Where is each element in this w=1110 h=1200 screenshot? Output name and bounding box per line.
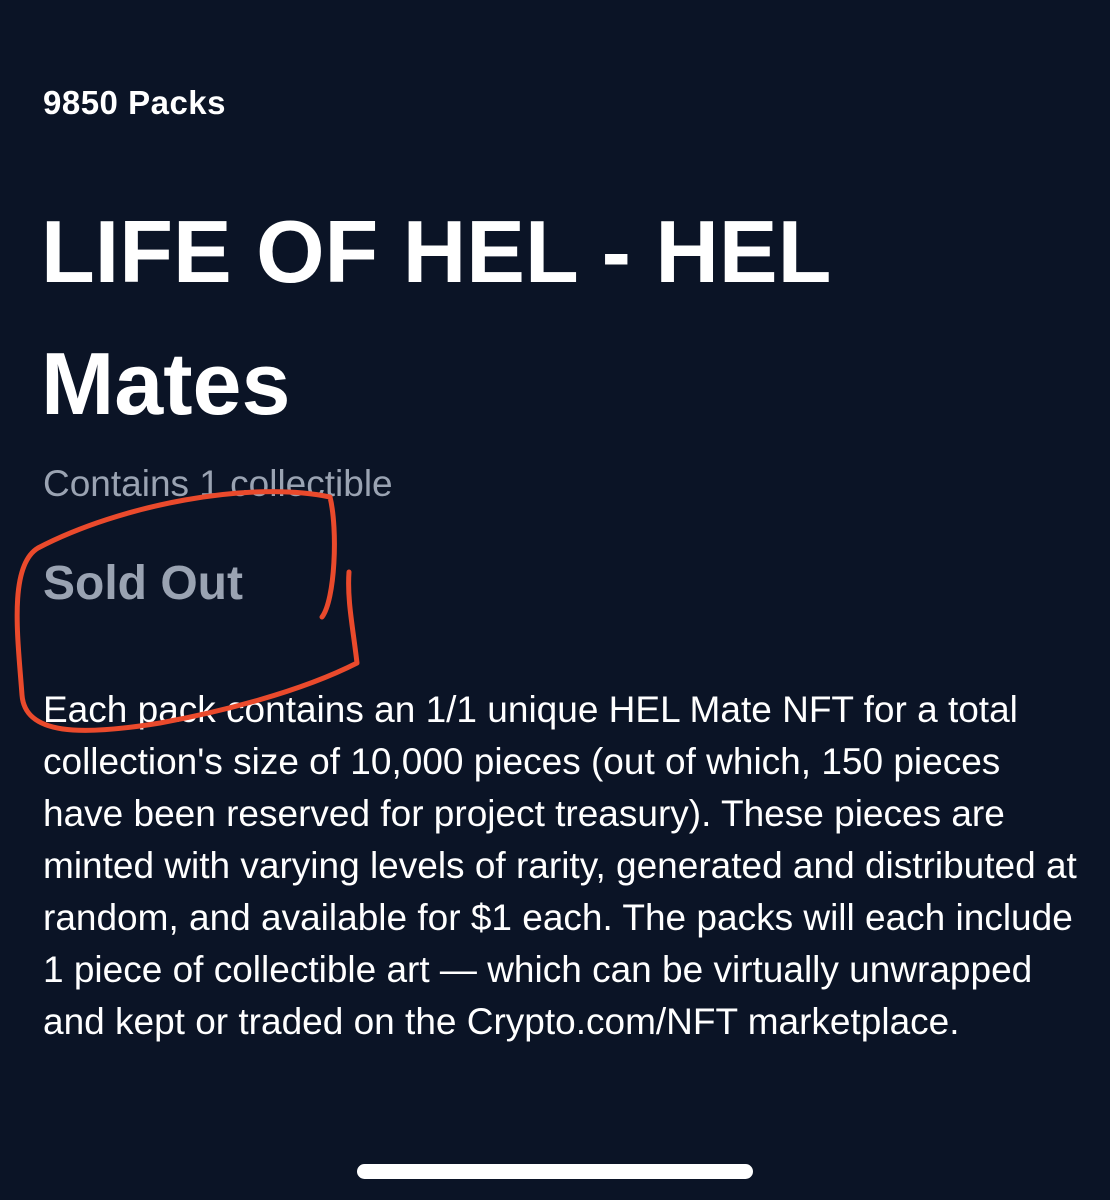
pack-description: Each pack contains an 1/1 unique HEL Mat… xyxy=(43,689,1077,1042)
sold-out-status: Sold Out xyxy=(43,557,243,610)
pack-contents: Contains 1 collectible xyxy=(43,463,393,504)
pack-count: 9850 Packs xyxy=(43,84,227,121)
home-indicator[interactable] xyxy=(357,1164,753,1179)
pack-title: LIFE OF HEL - HEL Mates xyxy=(41,202,830,433)
pack-detail-screen: 9850 Packs LIFE OF HEL - HEL Mates Conta… xyxy=(0,0,1110,1200)
